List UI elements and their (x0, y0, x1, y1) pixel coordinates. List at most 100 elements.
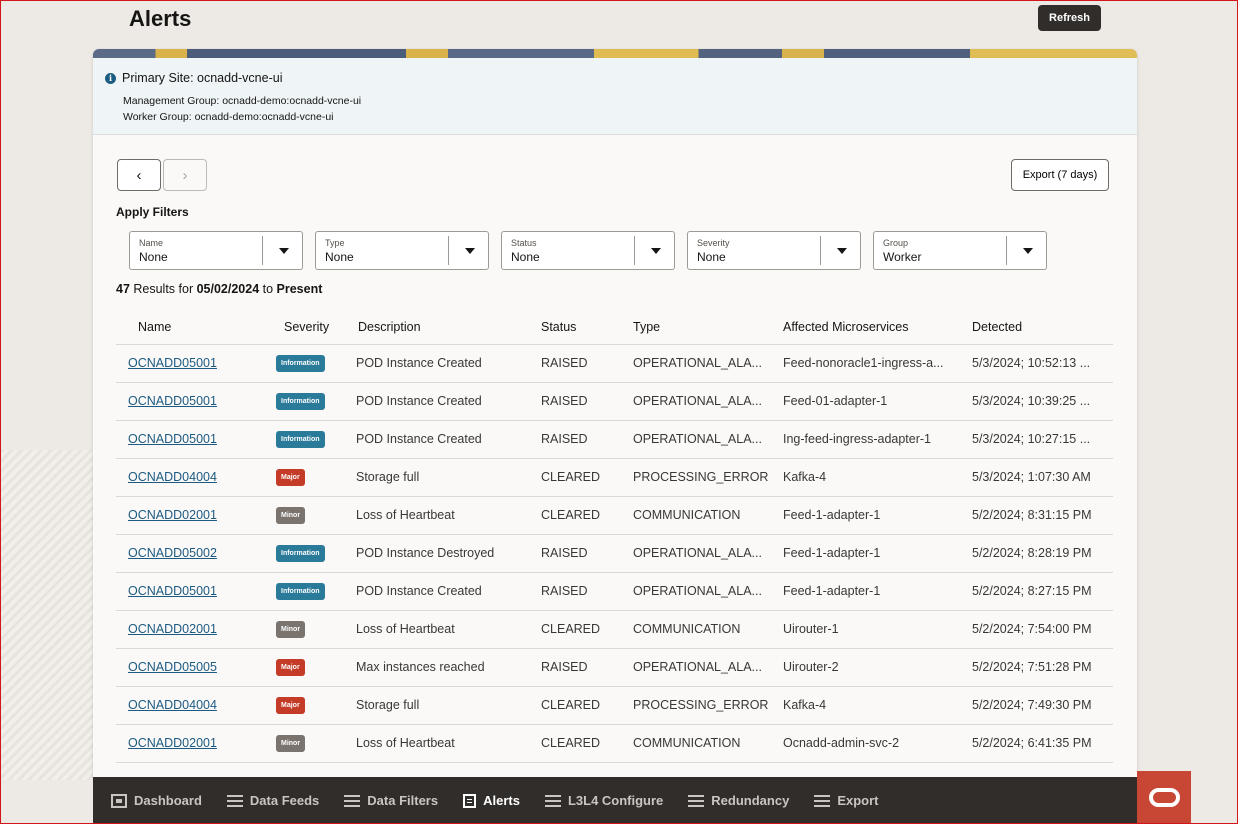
table-header-row: Name Severity Description Status Type Affecte… (116, 311, 1113, 345)
export-button[interactable]: Export (7 days) (1011, 159, 1109, 191)
nav-item-export[interactable]: Export (814, 793, 878, 808)
document-icon (463, 793, 477, 808)
status-cell: CLEARED (529, 686, 621, 725)
column-header[interactable]: Severity (264, 311, 344, 345)
detected-cell: 5/2/2024; 7:51:28 PM (960, 648, 1113, 687)
alert-name-link[interactable]: OCNADD05002 (128, 546, 217, 560)
table-row[interactable]: OCNADD05001 Information POD Instance Cre… (116, 572, 1113, 611)
filter-type[interactable]: Type None (315, 231, 489, 270)
detected-cell: 5/2/2024; 7:49:30 PM (960, 686, 1113, 725)
nav-item-alerts[interactable]: Alerts (463, 793, 520, 808)
filter-status[interactable]: Status None (501, 231, 675, 270)
status-cell: RAISED (529, 344, 621, 383)
table-row[interactable]: OCNADD02001 Minor Loss of Heartbeat CLEA… (116, 724, 1113, 763)
description-cell: Storage full (344, 458, 529, 497)
nav-item-data-feeds[interactable]: Data Feeds (226, 793, 320, 808)
filter-label: Type (325, 238, 345, 248)
alert-name-link[interactable]: OCNADD02001 (128, 736, 217, 750)
table-row[interactable]: OCNADD02001 Minor Loss of Heartbeat CLEA… (116, 610, 1113, 649)
column-header[interactable]: Description (344, 311, 529, 345)
table-row[interactable]: OCNADD05001 Information POD Instance Cre… (116, 344, 1113, 383)
description-cell: POD Instance Created (344, 344, 529, 383)
chevron-down-icon[interactable] (465, 248, 475, 254)
description-cell: Loss of Heartbeat (344, 724, 529, 763)
filter-value: None (139, 250, 168, 264)
table-row[interactable]: OCNADD05001 Information POD Instance Cre… (116, 382, 1113, 421)
alert-name-link[interactable]: OCNADD05001 (128, 356, 217, 370)
detected-cell: 5/2/2024; 8:27:15 PM (960, 572, 1113, 611)
detected-cell: 5/2/2024; 8:31:15 PM (960, 496, 1113, 535)
chevron-down-icon[interactable] (837, 248, 847, 254)
alert-name-link[interactable]: OCNADD04004 (128, 470, 217, 484)
nav-item-dashboard[interactable]: Dashboard (111, 793, 202, 808)
alert-name-link[interactable]: OCNADD02001 (128, 622, 217, 636)
refresh-button[interactable]: Refresh (1038, 5, 1101, 31)
table-row[interactable]: OCNADD02001 Minor Loss of Heartbeat CLEA… (116, 496, 1113, 535)
severity-badge: Minor (276, 620, 306, 638)
table-row[interactable]: OCNADD05002 Information POD Instance Des… (116, 534, 1113, 573)
alert-name-link[interactable]: OCNADD05001 (128, 432, 217, 446)
description-cell: Loss of Heartbeat (344, 610, 529, 649)
oracle-logo[interactable] (1137, 771, 1191, 824)
chevron-down-icon[interactable] (1023, 248, 1033, 254)
nav-item-data-filters[interactable]: Data Filters (344, 793, 438, 808)
column-header[interactable]: Affected Microservices (771, 311, 960, 345)
alert-name-link[interactable]: OCNADD04004 (128, 698, 217, 712)
description-cell: Storage full (344, 686, 529, 725)
filter-value: None (511, 250, 540, 264)
list-icon (344, 794, 361, 808)
results-start-date: 05/02/2024 (196, 282, 260, 296)
nav-item-l3l4-configure[interactable]: L3L4 Configure (544, 793, 663, 808)
type-cell: OPERATIONAL_ALA... (621, 420, 771, 459)
chevron-down-icon[interactable] (279, 248, 289, 254)
status-cell: CLEARED (529, 458, 621, 497)
filter-severity[interactable]: Severity None (687, 231, 861, 270)
nav-item-label: Data Feeds (249, 793, 320, 808)
filter-group[interactable]: Group Worker (873, 231, 1047, 270)
severity-badge: Minor (276, 506, 306, 524)
column-header[interactable]: Type (621, 311, 771, 345)
microservices-cell: Uirouter-1 (771, 610, 960, 649)
alert-name-link[interactable]: OCNADD05001 (128, 394, 217, 408)
nav-item-redundancy[interactable]: Redundancy (688, 793, 789, 808)
filter-label: Name (139, 238, 164, 248)
severity-badge: Information (276, 582, 325, 600)
table-row[interactable]: OCNADD05005 Major Max instances reached … (116, 648, 1113, 687)
table-row[interactable]: OCNADD05001 Information POD Instance Cre… (116, 420, 1113, 459)
alert-name-link[interactable]: OCNADD02001 (128, 508, 217, 522)
results-end: Present (276, 282, 323, 296)
severity-badge: Information (276, 392, 325, 410)
nav-item-label: Dashboard (134, 793, 202, 808)
detected-cell: 5/3/2024; 10:39:25 ... (960, 382, 1113, 421)
microservices-cell: Kafka-4 (771, 458, 960, 497)
chevron-down-icon[interactable] (651, 248, 661, 254)
primary-site-label: Primary Site: ocnadd-vcne-ui (122, 71, 283, 85)
description-cell: POD Instance Created (344, 572, 529, 611)
type-cell: COMMUNICATION (621, 496, 771, 535)
column-header[interactable]: Name (116, 311, 264, 345)
detected-cell: 5/2/2024; 8:28:19 PM (960, 534, 1113, 573)
column-header[interactable]: Status (529, 311, 621, 345)
table-row[interactable]: OCNADD04004 Major Storage full CLEARED P… (116, 458, 1113, 497)
list-icon (226, 794, 243, 808)
filter-value: None (697, 250, 726, 264)
filter-name[interactable]: Name None (129, 231, 303, 270)
type-cell: COMMUNICATION (621, 724, 771, 763)
microservices-cell: Feed-nonoracle1-ingress-a... (771, 344, 960, 383)
description-cell: Max instances reached (344, 648, 529, 687)
bottom-navigation: Dashboard Data Feeds Data Filters Alerts L3L… (93, 777, 1137, 824)
previous-page-button[interactable]: ‹ (117, 159, 161, 191)
type-cell: COMMUNICATION (621, 610, 771, 649)
column-header[interactable]: Detected (960, 311, 1113, 345)
severity-badge: Major (276, 696, 305, 714)
list-icon (814, 794, 831, 808)
page-title: Alerts (129, 6, 192, 31)
alerts-table: Name Severity Description Status Type Affecte… (116, 311, 1113, 763)
filter-divider (262, 236, 263, 265)
nav-item-label: Export (837, 793, 879, 808)
next-page-button[interactable]: › (163, 159, 207, 191)
results-to-text: to (259, 282, 277, 296)
alert-name-link[interactable]: OCNADD05001 (128, 584, 217, 598)
alert-name-link[interactable]: OCNADD05005 (128, 660, 217, 674)
table-row[interactable]: OCNADD04004 Major Storage full CLEARED P… (116, 686, 1113, 725)
